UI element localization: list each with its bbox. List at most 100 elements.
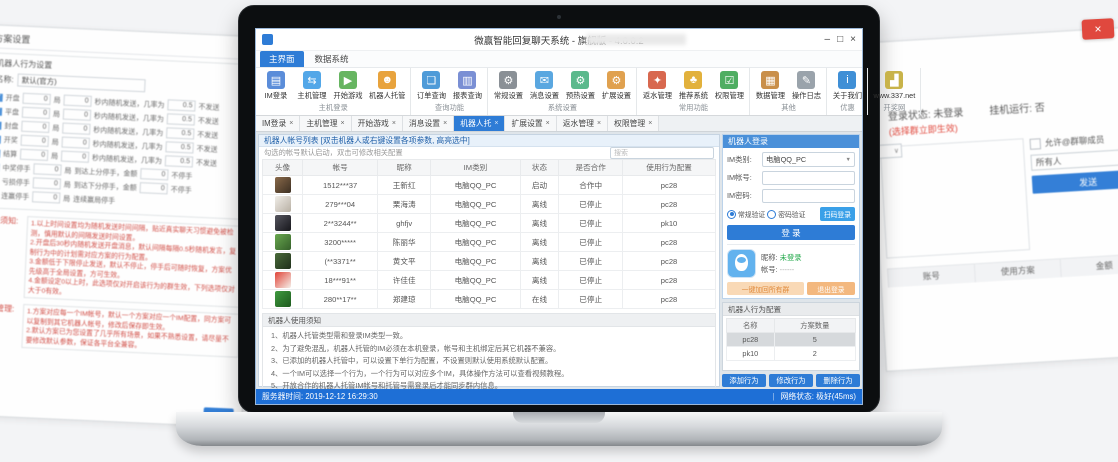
option-input[interactable]: 0 <box>139 182 167 194</box>
search-input[interactable]: 搜索 <box>610 147 714 159</box>
option-input[interactable]: 0 <box>61 151 89 163</box>
option-input[interactable]: 0.5 <box>165 141 193 153</box>
tab-扩展设置[interactable]: 扩展设置× <box>505 116 556 131</box>
tab-close-icon[interactable]: × <box>597 120 601 127</box>
im-password-input[interactable] <box>762 189 855 203</box>
ribbon-item-预热设置[interactable]: ⚙预热设置 <box>562 71 598 101</box>
option-input[interactable]: 0 <box>21 135 49 147</box>
option-input[interactable]: 0 <box>33 163 61 175</box>
menu-tab-主界面[interactable]: 主界面 <box>260 51 304 67</box>
option-input[interactable]: 0 <box>21 121 49 133</box>
login-button[interactable]: 登 录 <box>727 225 855 240</box>
close-icon[interactable]: × <box>1081 18 1114 40</box>
tab-strip: IM登录×主机管理×开始游戏×消息设置×机器人托×扩展设置×返水管理×权限管理× <box>256 116 862 132</box>
tab-close-icon[interactable]: × <box>443 120 447 127</box>
avatar-flower <box>275 272 291 288</box>
table-row[interactable]: 279***04栗海涛电脑QQ_PC离线已停止pc28 <box>263 195 716 214</box>
behavior-row[interactable]: pk102 <box>727 347 856 361</box>
option-input[interactable]: 0 <box>63 95 91 107</box>
rejoin-groups-button[interactable]: 一键加回所有群 <box>727 282 804 295</box>
option-input[interactable]: 0 <box>62 123 90 135</box>
option-input[interactable]: 0 <box>63 109 91 121</box>
tab-消息设置[interactable]: 消息设置× <box>403 116 454 131</box>
checkbox-checked-icon[interactable]: ✓ <box>0 93 3 101</box>
ribbon-item-数据管理[interactable]: ▦数据管理 <box>752 71 788 101</box>
ribbon-item-IM登录[interactable]: ▤IM登录 <box>258 71 294 101</box>
tab-IM登录[interactable]: IM登录× <box>256 116 300 131</box>
table-row[interactable]: 280**17**郑建琼电脑QQ_PC在线已停止pc28 <box>263 290 716 309</box>
minimize-button[interactable]: – <box>825 34 831 45</box>
ribbon-item-开始游戏[interactable]: ▶开始游戏 <box>330 71 366 101</box>
behavior-option-rows: ✓开盘0局0秒内随机发送，几率为0.5不发送✓平盘0局0秒内随机发送，几率为0.… <box>0 91 245 211</box>
ribbon-group-caption: 查询功能 <box>413 101 485 115</box>
table-row[interactable]: (**3371**黄文平电脑QQ_PC离线已停止pc28 <box>263 252 716 271</box>
option-input[interactable]: 0 <box>61 137 89 149</box>
ribbon-item-关于我们[interactable]: i关于我们 <box>829 71 865 101</box>
behavior-button-删除行为[interactable]: 删除行为 <box>816 374 860 387</box>
account-cell: 1512***37 <box>303 176 378 195</box>
tab-close-icon[interactable]: × <box>546 120 550 127</box>
tab-主机管理[interactable]: 主机管理× <box>300 116 351 131</box>
option-input[interactable]: 0 <box>22 93 50 105</box>
ribbon-item-权限管理[interactable]: ☑权限管理 <box>711 71 747 101</box>
qr-login-button[interactable]: 扫码登录 <box>820 207 855 221</box>
app-window: 微赢智能回复聊天系统 - 旗舰版 - 4.0.0.2 –□× 主界面数据系统 ▤… <box>255 28 863 405</box>
tab-close-icon[interactable]: × <box>494 120 498 127</box>
ribbon-item-返水管理[interactable]: ✦返水管理 <box>639 71 675 101</box>
tab-close-icon[interactable]: × <box>648 120 652 127</box>
table-row[interactable]: 3200*****陈丽华电脑QQ_PC离线已停止pc28 <box>263 233 716 252</box>
notice-line: 1、机器人托管类型需和登录IM类型一致。 <box>271 330 707 343</box>
password-verify-radio[interactable] <box>767 210 776 219</box>
column-header: 头像 <box>263 160 303 176</box>
scheme-name-input[interactable]: 默认(官方) <box>17 74 145 93</box>
tab-close-icon[interactable]: × <box>289 120 293 127</box>
coop-cell: 已停止 <box>559 195 623 214</box>
normal-verify-radio[interactable] <box>727 210 736 219</box>
table-row[interactable]: 2**3244**ghfjv电脑QQ_PC离线已停止pk10 <box>263 214 716 233</box>
option-input[interactable]: 0 <box>33 177 61 189</box>
option-input[interactable]: 0.5 <box>167 113 195 125</box>
menu-tab-数据系统[interactable]: 数据系统 <box>306 51 358 67</box>
ribbon-item-主机管理[interactable]: ⇆主机管理 <box>294 71 330 101</box>
option-input[interactable]: 0 <box>20 149 48 161</box>
behavior-button-修改行为[interactable]: 修改行为 <box>769 374 813 387</box>
option-input[interactable]: 0 <box>22 107 50 119</box>
ribbon-item-扩展设置[interactable]: ⚙扩展设置 <box>598 71 634 101</box>
ribbon-item-消息设置[interactable]: ✉消息设置 <box>526 71 562 101</box>
option-input[interactable]: 0.5 <box>166 127 194 139</box>
target-member-select[interactable]: 所有人 ∨ <box>1030 148 1118 171</box>
behavior-row[interactable]: pc285 <box>727 333 856 347</box>
tab-权限管理[interactable]: 权限管理× <box>608 116 659 131</box>
option-input[interactable]: 0 <box>140 168 168 180</box>
checkbox-checked-icon[interactable]: ✓ <box>0 121 2 129</box>
im-type-select[interactable]: 电脑QQ_PC ▼ <box>762 152 855 167</box>
usage-notice-header: 机器人使用须知 <box>263 314 715 327</box>
send-button[interactable]: 发送 <box>1032 169 1118 194</box>
tab-返水管理[interactable]: 返水管理× <box>557 116 608 131</box>
ribbon-item-订单查询[interactable]: ❏订单查询 <box>413 71 449 101</box>
table-row[interactable]: 1512***37王新红电脑QQ_PC启动合作中pc28 <box>263 176 716 195</box>
tab-机器人托[interactable]: 机器人托× <box>454 116 505 131</box>
im-account-input[interactable] <box>762 171 855 185</box>
ribbon-item-操作日志[interactable]: ✎操作日志 <box>788 71 824 101</box>
ribbon-item-机器人托管[interactable]: ☻机器人托管 <box>366 71 408 101</box>
tab-close-icon[interactable]: × <box>341 120 345 127</box>
ribbon-item-www.337.net[interactable]: ▟www.337.net <box>870 71 918 101</box>
ribbon-item-报表查询[interactable]: ▥报表查询 <box>449 71 485 101</box>
robot-list-section: 机器人帐号列表 [双击机器人或右键设置各项参数, 高亮选中] 勾选的帐号默认启动… <box>258 134 720 387</box>
tab-close-icon[interactable]: × <box>392 120 396 127</box>
checkbox-checked-icon[interactable]: ✓ <box>0 107 2 115</box>
logout-button[interactable]: 退出登录 <box>807 282 855 295</box>
option-input[interactable]: 0.5 <box>167 99 195 111</box>
maximize-button[interactable]: □ <box>837 34 843 45</box>
ribbon-item-推荐系统[interactable]: ♣推荐系统 <box>675 71 711 101</box>
checkbox-checked-icon[interactable]: ✓ <box>0 135 1 143</box>
ribbon-item-常规设置[interactable]: ⚙常规设置 <box>490 71 526 101</box>
tab-开始游戏[interactable]: 开始游戏× <box>352 116 403 131</box>
close-button[interactable]: × <box>850 34 856 45</box>
option-input[interactable]: 0.5 <box>165 155 193 167</box>
behavior-button-添加行为[interactable]: 添加行为 <box>722 374 766 387</box>
option-input[interactable]: 0 <box>32 191 60 203</box>
table-row[interactable]: 18***91**许佳佳电脑QQ_PC离线已停止pc28 <box>263 271 716 290</box>
allow-at-members-checkbox[interactable]: 允许@群聊成员 <box>1029 131 1118 150</box>
